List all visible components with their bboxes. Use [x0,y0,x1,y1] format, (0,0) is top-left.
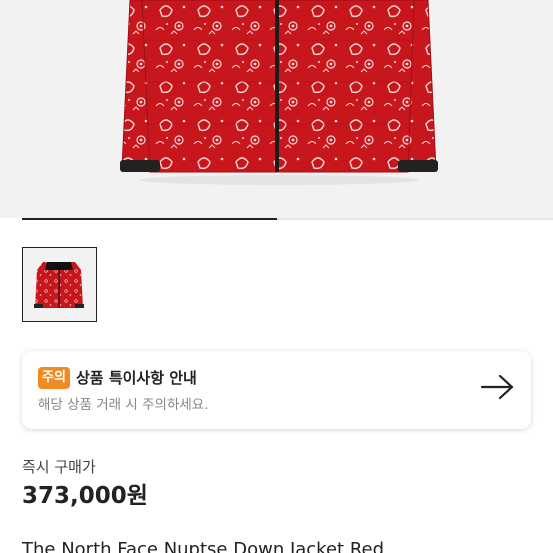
product-title: The North Face Nuptse Down Jacket Red [22,539,385,553]
image-carousel-indicator [22,218,553,220]
jacket-illustration [120,0,438,185]
jacket-thumbnail-illustration [34,262,84,308]
notice-title: 상품 특이사항 안내 [76,369,197,387]
notice-badge: 주의 [38,367,70,389]
notice-subtitle: 해당 상품 거래 시 주의하세요. [38,397,209,413]
price-value: 373,000원 [22,483,148,509]
product-hero-image[interactable] [0,0,553,218]
product-thumbnail[interactable] [22,247,97,322]
price-label: 즉시 구매가 [22,458,96,476]
carousel-progress-bar [22,218,277,220]
arrow-right-icon[interactable] [480,373,516,401]
product-notice-card[interactable]: 주의 상품 특이사항 안내 해당 상품 거래 시 주의하세요. [22,351,531,429]
